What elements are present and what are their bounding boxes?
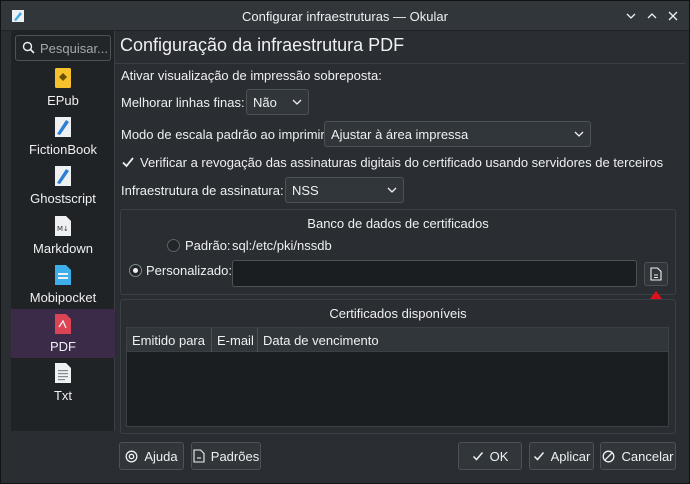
help-icon [125,450,138,462]
defaults-button-label: Padrões [210,448,260,464]
custom-db-label: Personalizado: [146,263,232,278]
thin-lines-value: Não [253,95,277,110]
thin-lines-select[interactable]: Não [246,89,309,115]
apply-button-label: Aplicar [550,448,591,464]
help-button[interactable]: Ajuda [119,442,184,470]
sidebar-item-label: EPub [47,93,79,108]
pdf-icon [55,314,71,334]
column-header-expiry[interactable]: Data de vencimento [263,333,379,348]
custom-db-path-field[interactable] [232,260,637,287]
verify-revocation-label[interactable]: Verificar a revogação das assinaturas di… [140,155,663,170]
mobipocket-icon [55,265,71,285]
checkmark-icon [472,452,483,461]
search-input[interactable] [40,39,110,57]
sidebar-search[interactable] [15,35,111,61]
column-header-issued-to[interactable]: Emitido para [132,333,205,348]
chevron-down-icon [292,99,302,105]
document-open-icon [650,267,662,281]
column-divider[interactable] [211,328,212,352]
sidebar-item-txt[interactable]: Txt [11,358,115,407]
sidebar-item-label: FictionBook [29,142,97,157]
page-title: Configuração da infraestrutura PDF [120,35,405,55]
cancel-button[interactable]: Cancelar [600,442,676,470]
sidebar-item-fictionbook[interactable]: FictionBook [11,112,115,161]
sidebar-item-markdown[interactable]: M↓ Markdown [11,211,115,260]
sidebar-item-epub[interactable]: EPub [11,63,115,112]
default-db-label: Padrão: [185,238,231,253]
certs-table[interactable]: Emitido para E-mail Data de vencimento [126,327,669,427]
sidebar-item-label: Ghostscript [30,191,96,206]
sidebar-item-mobipocket[interactable]: Mobipocket [11,260,115,309]
cancel-button-label: Cancelar [621,448,674,464]
chevron-up-icon [647,13,657,19]
sidebar-item-label: Markdown [33,241,93,256]
signature-backend-select[interactable]: NSS [285,177,404,203]
epub-icon [55,68,71,88]
checkmark-icon[interactable] [121,155,135,169]
apply-button[interactable]: Aplicar [529,442,594,470]
window-title: Configurar infraestruturas — Okular [242,9,448,24]
signature-backend-value: NSS [292,183,319,198]
markdown-icon: M↓ [55,216,71,236]
column-header-email[interactable]: E-mail [217,333,254,348]
overprint-label: Ativar visualização de impressão sobrepo… [121,68,382,83]
maximize-button[interactable] [644,8,660,24]
scale-mode-label: Modo de escala padrão ao imprimir: [121,127,329,142]
chevron-down-icon [574,131,584,137]
ok-button-label: OK [489,448,509,464]
chevron-down-icon [626,13,636,19]
cert-db-title: Banco de dados de certificados [307,216,489,231]
ghostscript-icon [55,166,71,186]
fictionbook-icon [55,117,71,137]
help-button-label: Ajuda [144,448,178,464]
cancel-icon [603,450,615,462]
close-icon [668,11,678,21]
custom-db-radio[interactable] [129,264,142,277]
default-db-radio[interactable] [167,239,180,252]
search-icon [22,41,35,54]
thin-lines-label: Melhorar linhas finas: [121,95,245,110]
certs-title: Certificados disponíveis [329,306,467,321]
close-window-button[interactable] [665,8,681,24]
signature-backend-label: Infraestrutura de assinatura: [121,183,284,198]
sidebar-item-label: Mobipocket [29,290,97,305]
divider [115,63,685,64]
scale-mode-select[interactable]: Ajustar à área impressa [324,121,591,147]
chevron-down-icon [387,187,397,193]
title-bar: Configurar infraestruturas — Okular [1,1,689,31]
certs-table-header: Emitido para E-mail Data de vencimento [127,328,668,352]
document-revert-icon [193,449,205,463]
sidebar-item-label: PDF [50,339,76,354]
txt-icon [55,363,71,383]
browse-db-button[interactable] [644,262,668,286]
default-db-path: sql:/etc/pki/nssdb [232,238,332,253]
minimize-button[interactable] [623,8,639,24]
svg-text:M↓: M↓ [57,225,69,233]
backend-sidebar: EPub FictionBook Ghostscript M↓ Markdown [11,31,115,431]
sidebar-item-ghostscript[interactable]: Ghostscript [11,161,115,210]
scale-mode-value: Ajustar à área impressa [331,127,469,142]
ok-button[interactable]: OK [458,442,522,470]
checkmark-icon [533,452,544,461]
defaults-button[interactable]: Padrões [191,442,261,470]
column-divider[interactable] [257,328,258,352]
settings-dialog: Configurar infraestruturas — Okular EPub [0,0,690,484]
sidebar-item-pdf[interactable]: PDF [11,309,115,358]
sidebar-item-label: Txt [53,388,73,403]
